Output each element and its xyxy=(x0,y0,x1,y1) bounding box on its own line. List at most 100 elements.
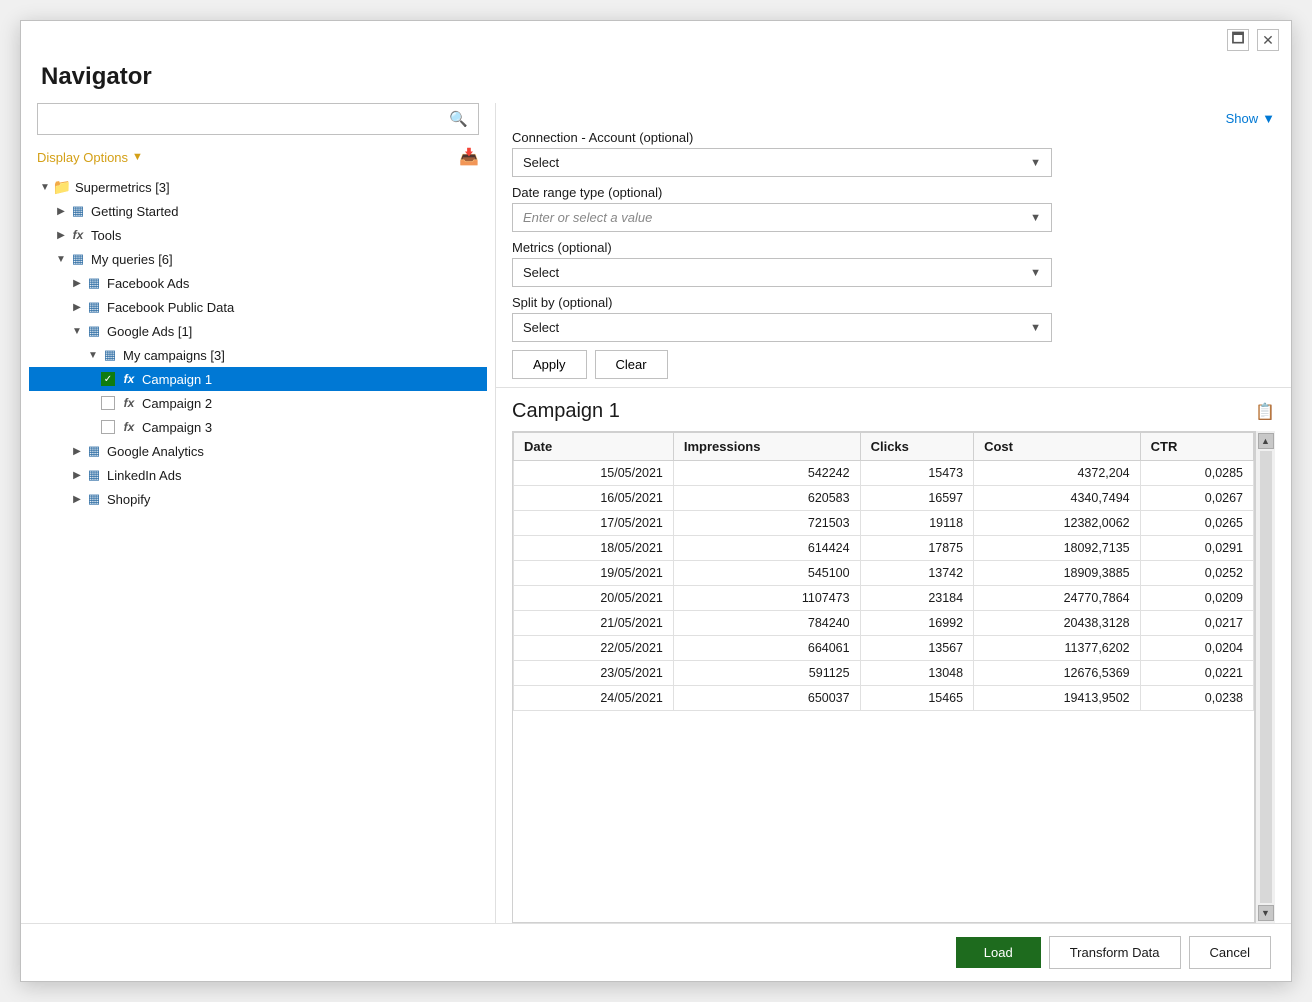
navigator-window: 🗖 ✕ Navigator 🔍 Display Options ▼ 📥 xyxy=(20,20,1292,982)
tree-label-shopify: Shopify xyxy=(107,492,150,507)
load-button[interactable]: Load xyxy=(956,937,1041,968)
right-top-bar: Show ▼ xyxy=(496,103,1291,130)
chevron-tools-icon: ▶ xyxy=(53,227,69,243)
date-range-arrow-icon: ▼ xyxy=(1030,212,1041,224)
filter-section: Connection - Account (optional) Select ▼… xyxy=(496,130,1291,388)
tree-item-supermetrics[interactable]: ▼ 📁 Supermetrics [3] xyxy=(29,175,487,199)
table-google-ads-icon: ▦ xyxy=(85,322,103,340)
table-row: 15/05/2021542242154734372,2040,0285 xyxy=(514,461,1254,486)
data-header: Campaign 1 📋 xyxy=(512,400,1275,423)
data-export-icon[interactable]: 📋 xyxy=(1255,402,1275,422)
cancel-button[interactable]: Cancel xyxy=(1189,936,1271,969)
display-options-arrow-icon: ▼ xyxy=(132,151,143,163)
search-bar: 🔍 xyxy=(37,103,479,135)
table-linkedin-ads-icon: ▦ xyxy=(85,466,103,484)
table-facebook-public-icon: ▦ xyxy=(85,298,103,316)
split-by-select[interactable]: Select ▼ xyxy=(512,313,1052,342)
tree-label-campaign3: Campaign 3 xyxy=(142,420,212,435)
left-panel: 🔍 Display Options ▼ 📥 ▼ 📁 Supermetrics [… xyxy=(21,103,496,923)
tree-item-facebook-ads[interactable]: ▶ ▦ Facebook Ads xyxy=(29,271,487,295)
tree-label-supermetrics: Supermetrics [3] xyxy=(75,180,170,195)
metrics-arrow-icon: ▼ xyxy=(1030,267,1041,279)
table-facebook-ads-icon: ▦ xyxy=(85,274,103,292)
maximize-button[interactable]: 🗖 xyxy=(1227,29,1249,51)
tree-item-shopify[interactable]: ▶ ▦ Shopify xyxy=(29,487,487,511)
tree-item-my-campaigns[interactable]: ▼ ▦ My campaigns [3] xyxy=(29,343,487,367)
tree-item-google-analytics[interactable]: ▶ ▦ Google Analytics xyxy=(29,439,487,463)
tree-item-campaign1[interactable]: ✓ fx Campaign 1 xyxy=(29,367,487,391)
tree-item-tools[interactable]: ▶ fx Tools xyxy=(29,223,487,247)
table-google-analytics-icon: ▦ xyxy=(85,442,103,460)
table-cell: 21/05/2021 xyxy=(514,611,674,636)
table-wrapper[interactable]: Date Impressions Clicks Cost CTR 15/05/2… xyxy=(512,431,1255,923)
table-cell: 0,0285 xyxy=(1140,461,1253,486)
tree-item-campaign2[interactable]: fx Campaign 2 xyxy=(29,391,487,415)
table-row: 18/05/20216144241787518092,71350,0291 xyxy=(514,536,1254,561)
connection-select[interactable]: Select ▼ xyxy=(512,148,1052,177)
import-icon[interactable]: 📥 xyxy=(459,147,479,167)
table-header-row: Date Impressions Clicks Cost CTR xyxy=(514,433,1254,461)
fx-tools-icon: fx xyxy=(69,226,87,244)
tree-item-google-ads[interactable]: ▼ ▦ Google Ads [1] xyxy=(29,319,487,343)
chevron-shopify-icon: ▶ xyxy=(69,491,85,507)
table-cell: 24770,7864 xyxy=(974,586,1141,611)
chevron-my-queries-icon: ▼ xyxy=(53,251,69,267)
split-by-value: Select xyxy=(523,320,1030,335)
chevron-getting-started-icon: ▶ xyxy=(53,203,69,219)
show-button[interactable]: Show ▼ xyxy=(1226,111,1275,126)
tree-item-facebook-public[interactable]: ▶ ▦ Facebook Public Data xyxy=(29,295,487,319)
table-cell: 4340,7494 xyxy=(974,486,1141,511)
search-button[interactable]: 🔍 xyxy=(439,104,478,134)
chevron-my-campaigns-icon: ▼ xyxy=(85,347,101,363)
table-row: 23/05/20215911251304812676,53690,0221 xyxy=(514,661,1254,686)
table-cell: 0,0252 xyxy=(1140,561,1253,586)
metrics-value: Select xyxy=(523,265,1030,280)
metrics-select[interactable]: Select ▼ xyxy=(512,258,1052,287)
transform-data-button[interactable]: Transform Data xyxy=(1049,936,1181,969)
display-options-label-text: Display Options xyxy=(37,150,128,165)
table-cell: 13742 xyxy=(860,561,973,586)
apply-button[interactable]: Apply xyxy=(512,350,587,379)
table-cell: 24/05/2021 xyxy=(514,686,674,711)
tree-item-my-queries[interactable]: ▼ ▦ My queries [6] xyxy=(29,247,487,271)
search-input[interactable] xyxy=(38,106,439,133)
tree-item-getting-started[interactable]: ▶ ▦ Getting Started xyxy=(29,199,487,223)
table-cell: 19413,9502 xyxy=(974,686,1141,711)
table-shopify-icon: ▦ xyxy=(85,490,103,508)
chevron-linkedin-ads-icon: ▶ xyxy=(69,467,85,483)
tree-label-tools: Tools xyxy=(91,228,121,243)
metrics-filter-group: Metrics (optional) Select ▼ xyxy=(512,240,1275,287)
date-range-select[interactable]: Enter or select a value ▼ xyxy=(512,203,1052,232)
date-range-placeholder: Enter or select a value xyxy=(523,210,652,225)
table-cell: 0,0209 xyxy=(1140,586,1253,611)
table-cell: 0,0221 xyxy=(1140,661,1253,686)
table-cell: 614424 xyxy=(673,536,860,561)
table-cell: 18/05/2021 xyxy=(514,536,674,561)
display-options-button[interactable]: Display Options ▼ xyxy=(37,150,143,165)
table-cell: 15/05/2021 xyxy=(514,461,674,486)
checkbox-campaign3[interactable] xyxy=(101,420,115,434)
clear-button[interactable]: Clear xyxy=(595,350,668,379)
scroll-up-button[interactable]: ▲ xyxy=(1258,433,1274,449)
close-button[interactable]: ✕ xyxy=(1257,29,1279,51)
show-arrow-icon: ▼ xyxy=(1262,111,1275,126)
table-cell: 4372,204 xyxy=(974,461,1141,486)
table-cell: 0,0217 xyxy=(1140,611,1253,636)
connection-label: Connection - Account (optional) xyxy=(512,130,1275,145)
right-scrollbar[interactable]: ▲ ▼ xyxy=(1255,431,1275,923)
title-bar: 🗖 ✕ xyxy=(21,21,1291,59)
tree-item-linkedin-ads[interactable]: ▶ ▦ LinkedIn Ads xyxy=(29,463,487,487)
tree-label-facebook-public: Facebook Public Data xyxy=(107,300,234,315)
table-cell: 19118 xyxy=(860,511,973,536)
tree-label-google-ads: Google Ads [1] xyxy=(107,324,192,339)
chevron-google-analytics-icon: ▶ xyxy=(69,443,85,459)
checkbox-campaign1[interactable]: ✓ xyxy=(101,372,115,386)
table-row: 20/05/202111074732318424770,78640,0209 xyxy=(514,586,1254,611)
table-cell: 23/05/2021 xyxy=(514,661,674,686)
table-cell: 19/05/2021 xyxy=(514,561,674,586)
scroll-down-button[interactable]: ▼ xyxy=(1258,905,1274,921)
tree-item-campaign3[interactable]: fx Campaign 3 xyxy=(29,415,487,439)
col-header-cost: Cost xyxy=(974,433,1141,461)
checkbox-campaign2[interactable] xyxy=(101,396,115,410)
split-by-arrow-icon: ▼ xyxy=(1030,322,1041,334)
